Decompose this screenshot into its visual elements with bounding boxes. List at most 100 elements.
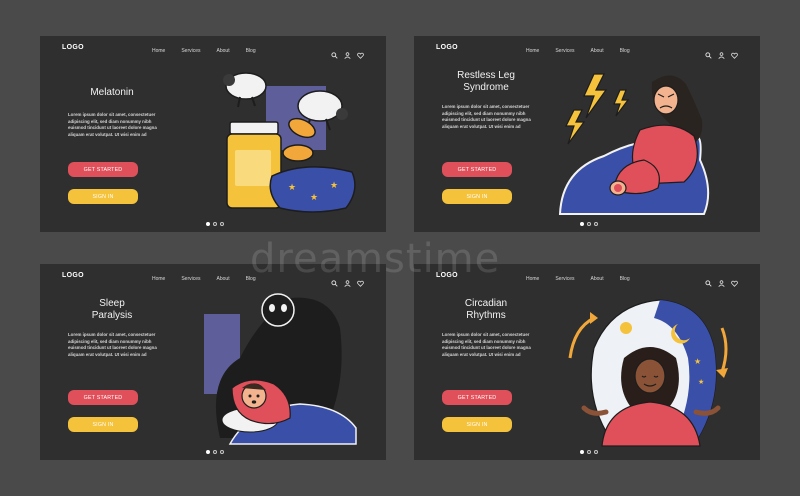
page-title: Restless Leg Syndrome xyxy=(438,70,534,94)
nav-icons xyxy=(705,46,738,59)
sign-in-button[interactable]: SIGN IN xyxy=(442,417,512,432)
nav-links: Home Services About Blog xyxy=(526,276,630,282)
svg-text:★: ★ xyxy=(310,192,318,202)
nav-link-about[interactable]: About xyxy=(591,48,604,54)
svg-text:★: ★ xyxy=(694,357,701,366)
page-dot[interactable] xyxy=(594,450,598,454)
title-line: Circadian xyxy=(464,298,508,309)
search-icon[interactable] xyxy=(331,46,338,59)
heart-icon[interactable] xyxy=(357,274,364,287)
heart-icon[interactable] xyxy=(357,46,364,59)
navbar: LOGO Home Services About Blog xyxy=(414,36,760,60)
nav-link-services[interactable]: Services xyxy=(555,48,574,54)
get-started-button[interactable]: GET STARTED xyxy=(68,390,138,405)
nav-link-about[interactable]: About xyxy=(591,276,604,282)
title-line: Melatonin xyxy=(90,87,134,98)
get-started-button[interactable]: GET STARTED xyxy=(68,162,138,177)
get-started-button[interactable]: GET STARTED xyxy=(442,390,512,405)
logo[interactable]: LOGO xyxy=(436,272,458,279)
nav-link-blog[interactable]: Blog xyxy=(620,276,630,282)
restless-leg-illustration xyxy=(558,73,710,215)
user-icon[interactable] xyxy=(344,46,351,59)
page-title: Melatonin xyxy=(64,87,160,99)
page-title: Sleep Paralysis xyxy=(64,298,160,322)
svg-text:★: ★ xyxy=(330,180,338,190)
sign-in-button[interactable]: SIGN IN xyxy=(442,189,512,204)
nav-link-services[interactable]: Services xyxy=(555,276,574,282)
nav-link-home[interactable]: Home xyxy=(152,48,165,54)
nav-link-services[interactable]: Services xyxy=(181,276,200,282)
nav-icons xyxy=(331,274,364,287)
nav-link-about[interactable]: About xyxy=(217,48,230,54)
heart-icon[interactable] xyxy=(731,46,738,59)
user-icon[interactable] xyxy=(344,274,351,287)
navbar: LOGO Home Services About Blog xyxy=(414,264,760,288)
user-icon[interactable] xyxy=(718,274,725,287)
nav-link-blog[interactable]: Blog xyxy=(246,48,256,54)
logo[interactable]: LOGO xyxy=(62,272,84,279)
title-line: Paralysis xyxy=(91,310,133,321)
page-title: Circadian Rhythms xyxy=(438,298,534,322)
page-dot[interactable] xyxy=(220,222,224,226)
page-dot[interactable] xyxy=(213,450,217,454)
pagination-dots xyxy=(206,222,224,226)
logo[interactable]: LOGO xyxy=(62,44,84,51)
melatonin-illustration: ★ ★ ★ xyxy=(223,72,356,213)
card-circadian-rhythms: LOGO Home Services About Blog Circadian … xyxy=(414,264,760,460)
title-line: Sleep xyxy=(99,298,125,309)
nav-link-about[interactable]: About xyxy=(217,276,230,282)
navbar: LOGO Home Services About Blog xyxy=(40,264,386,288)
card-sleep-paralysis: LOGO Home Services About Blog Sleep Para… xyxy=(40,264,386,460)
nav-link-home[interactable]: Home xyxy=(526,276,539,282)
search-icon[interactable] xyxy=(705,46,712,59)
body-text: Lorem ipsum dolor sit amet, consectetuer… xyxy=(68,112,157,137)
body-text: Lorem ipsum dolor sit amet, consectetuer… xyxy=(442,332,531,357)
pagination-dots xyxy=(580,450,598,454)
nav-icons xyxy=(705,274,738,287)
page-dot[interactable] xyxy=(587,450,591,454)
page-dot[interactable] xyxy=(580,222,584,226)
nav-link-services[interactable]: Services xyxy=(181,48,200,54)
nav-link-home[interactable]: Home xyxy=(526,48,539,54)
svg-text:★: ★ xyxy=(698,378,704,386)
nav-links: Home Services About Blog xyxy=(526,48,630,54)
nav-icons xyxy=(331,46,364,59)
card-restless-leg: LOGO Home Services About Blog Restless L… xyxy=(414,36,760,232)
get-started-button[interactable]: GET STARTED xyxy=(442,162,512,177)
sleep-paralysis-illustration xyxy=(204,293,357,445)
nav-link-blog[interactable]: Blog xyxy=(246,276,256,282)
lightning-icon xyxy=(565,73,630,145)
sheep-icon xyxy=(223,72,267,108)
page-dot[interactable] xyxy=(206,222,210,226)
nav-links: Home Services About Blog xyxy=(152,48,256,54)
navbar: LOGO Home Services About Blog xyxy=(40,36,386,60)
pagination-dots xyxy=(206,450,224,454)
page-dot[interactable] xyxy=(594,222,598,226)
page-dot[interactable] xyxy=(587,222,591,226)
page-dot[interactable] xyxy=(220,450,224,454)
search-icon[interactable] xyxy=(705,274,712,287)
page-dot[interactable] xyxy=(213,222,217,226)
nav-link-blog[interactable]: Blog xyxy=(620,48,630,54)
page-dot[interactable] xyxy=(206,450,210,454)
page-dot[interactable] xyxy=(580,450,584,454)
circadian-rhythms-illustration: ★ ★ xyxy=(568,299,728,447)
user-icon[interactable] xyxy=(718,46,725,59)
sign-in-button[interactable]: SIGN IN xyxy=(68,189,138,204)
card-melatonin: LOGO Home Services About Blog Melatonin … xyxy=(40,36,386,232)
sun-icon xyxy=(620,322,632,334)
sign-in-button[interactable]: SIGN IN xyxy=(68,417,138,432)
pagination-dots xyxy=(580,222,598,226)
heart-icon[interactable] xyxy=(731,274,738,287)
body-text: Lorem ipsum dolor sit amet, consectetuer… xyxy=(442,104,531,129)
nav-links: Home Services About Blog xyxy=(152,276,256,282)
svg-text:★: ★ xyxy=(288,182,296,192)
logo[interactable]: LOGO xyxy=(436,44,458,51)
title-line: Syndrome xyxy=(463,82,509,93)
body-text: Lorem ipsum dolor sit amet, consectetuer… xyxy=(68,332,157,357)
search-icon[interactable] xyxy=(331,274,338,287)
sleep-mask-icon: ★ ★ ★ xyxy=(269,166,356,213)
title-line: Rhythms xyxy=(466,310,506,321)
nav-link-home[interactable]: Home xyxy=(152,276,165,282)
title-line: Restless Leg xyxy=(457,70,515,81)
